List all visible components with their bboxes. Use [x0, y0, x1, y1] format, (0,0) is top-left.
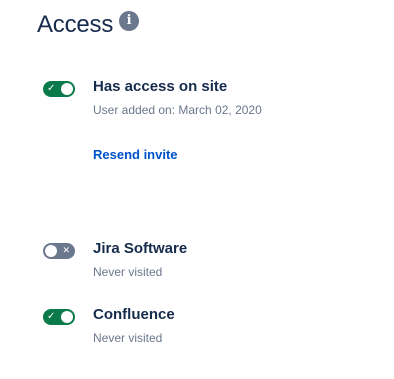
close-icon: ✕ — [62, 246, 70, 256]
confluence-label: Confluence — [93, 306, 175, 323]
toggle-knob — [45, 245, 57, 257]
info-icon[interactable]: i — [119, 11, 140, 31]
confluence-status: Never visited — [93, 331, 163, 345]
resend-invite-link[interactable]: Resend invite — [93, 147, 178, 162]
jira-software-status: Never visited — [93, 265, 163, 279]
toggle-knob — [61, 311, 73, 323]
toggle-knob — [61, 83, 73, 95]
site-access-toggle[interactable]: ✓ — [43, 81, 75, 97]
site-access-label: Has access on site — [93, 78, 228, 95]
confluence-toggle[interactable]: ✓ — [43, 309, 75, 325]
jira-software-toggle[interactable]: ✕ — [43, 243, 75, 259]
access-title: Access — [37, 11, 114, 38]
user-added-text: User added on: March 02, 2020 — [93, 103, 262, 117]
access-header: Access i — [37, 10, 140, 40]
check-icon: ✓ — [47, 83, 56, 94]
check-icon: ✓ — [47, 311, 56, 322]
jira-software-label: Jira Software — [93, 240, 188, 257]
